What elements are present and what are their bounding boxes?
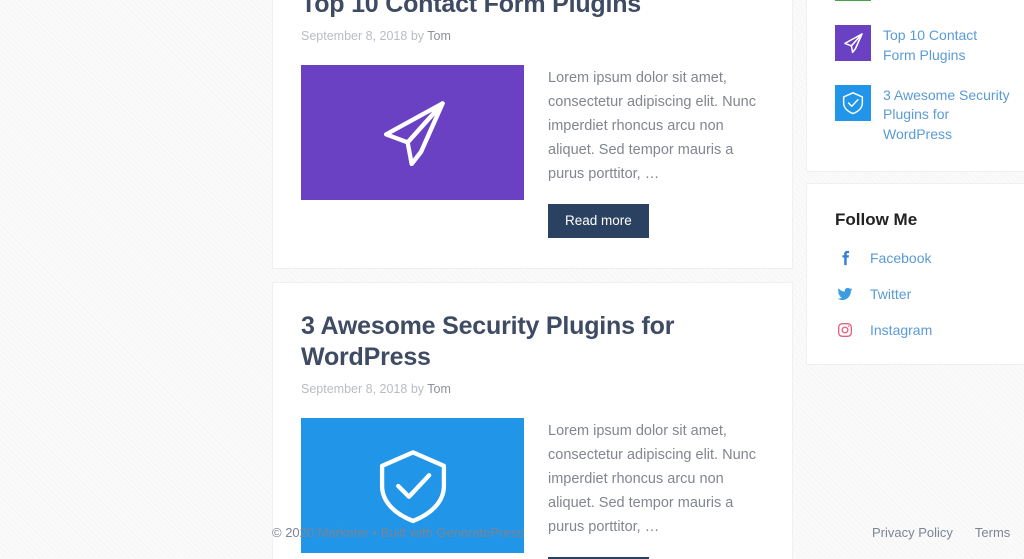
- site-footer: © 2020 Marketer • Built with GeneratePre…: [0, 505, 1024, 559]
- list-item[interactable]: Top 10 Contact Form Plugins: [835, 24, 1013, 66]
- post-title[interactable]: 3 Awesome Security Plugins for WordPress: [301, 311, 764, 374]
- main-content-column: Top 10 Contact Form Plugins September 8,…: [272, 0, 793, 559]
- recent-post-link[interactable]: 3 Awesome Security Plugins for WordPress: [883, 85, 1013, 146]
- content-wrapper: Top 10 Contact Form Plugins September 8,…: [0, 0, 1024, 559]
- paper-plane-icon: [370, 90, 456, 176]
- social-link-twitter[interactable]: Twitter: [835, 286, 1013, 302]
- post-card: Top 10 Contact Form Plugins September 8,…: [272, 0, 793, 269]
- post-author[interactable]: Tom: [427, 29, 451, 43]
- footer-link-privacy-policy[interactable]: Privacy Policy: [872, 525, 953, 540]
- twitter-icon: [835, 286, 855, 302]
- recent-posts-widget: The Fastest WordPress Theme Top 10 Conta…: [806, 0, 1024, 173]
- post-date: September 8, 2018: [301, 382, 408, 397]
- speedometer-icon: [835, 0, 871, 1]
- footer-link-terms[interactable]: Terms: [975, 525, 1010, 540]
- post-author[interactable]: Tom: [427, 382, 451, 396]
- instagram-icon: [835, 322, 855, 338]
- recent-post-link[interactable]: The Fastest WordPress Theme: [883, 0, 1013, 6]
- post-excerpt: Lorem ipsum dolor sit amet, consectetur …: [548, 70, 756, 182]
- social-link-instagram[interactable]: Instagram: [835, 322, 1013, 338]
- sidebar: The Fastest WordPress Theme Top 10 Conta…: [806, 0, 1024, 376]
- post-body: Lorem ipsum dolor sit amet, consectetur …: [301, 65, 764, 238]
- shield-check-icon: [835, 84, 871, 121]
- post-title[interactable]: Top 10 Contact Form Plugins: [301, 0, 764, 20]
- post-thumbnail[interactable]: [301, 65, 524, 201]
- page-root: Top 10 Contact Form Plugins September 8,…: [0, 0, 1024, 559]
- post-by-label: by: [410, 29, 425, 44]
- social-label[interactable]: Twitter: [870, 286, 911, 302]
- widget-title: Follow Me: [835, 210, 918, 230]
- post-by-label: by: [410, 382, 425, 397]
- follow-me-widget: Follow Me Facebook Twitter Instagram: [806, 183, 1024, 366]
- read-more-button[interactable]: Read more: [548, 203, 649, 238]
- post-meta: September 8, 2018 by Tom: [301, 29, 764, 43]
- facebook-icon: [835, 250, 855, 266]
- footer-nav: Privacy Policy Terms Contact: [872, 525, 1024, 540]
- post-text-column: Lorem ipsum dolor sit amet, consectetur …: [524, 65, 764, 238]
- social-label[interactable]: Instagram: [870, 322, 932, 338]
- list-item[interactable]: The Fastest WordPress Theme: [835, 0, 1013, 6]
- footer-copyright: © 2020 Marketer • Built with GeneratePre…: [272, 524, 524, 540]
- list-item[interactable]: 3 Awesome Security Plugins for WordPress: [835, 84, 1013, 146]
- social-link-facebook[interactable]: Facebook: [835, 250, 1013, 266]
- social-label[interactable]: Facebook: [870, 250, 931, 266]
- recent-post-link[interactable]: Top 10 Contact Form Plugins: [883, 25, 1013, 66]
- paper-plane-icon: [835, 24, 871, 61]
- post-meta: September 8, 2018 by Tom: [301, 382, 764, 396]
- post-date: September 8, 2018: [301, 29, 408, 44]
